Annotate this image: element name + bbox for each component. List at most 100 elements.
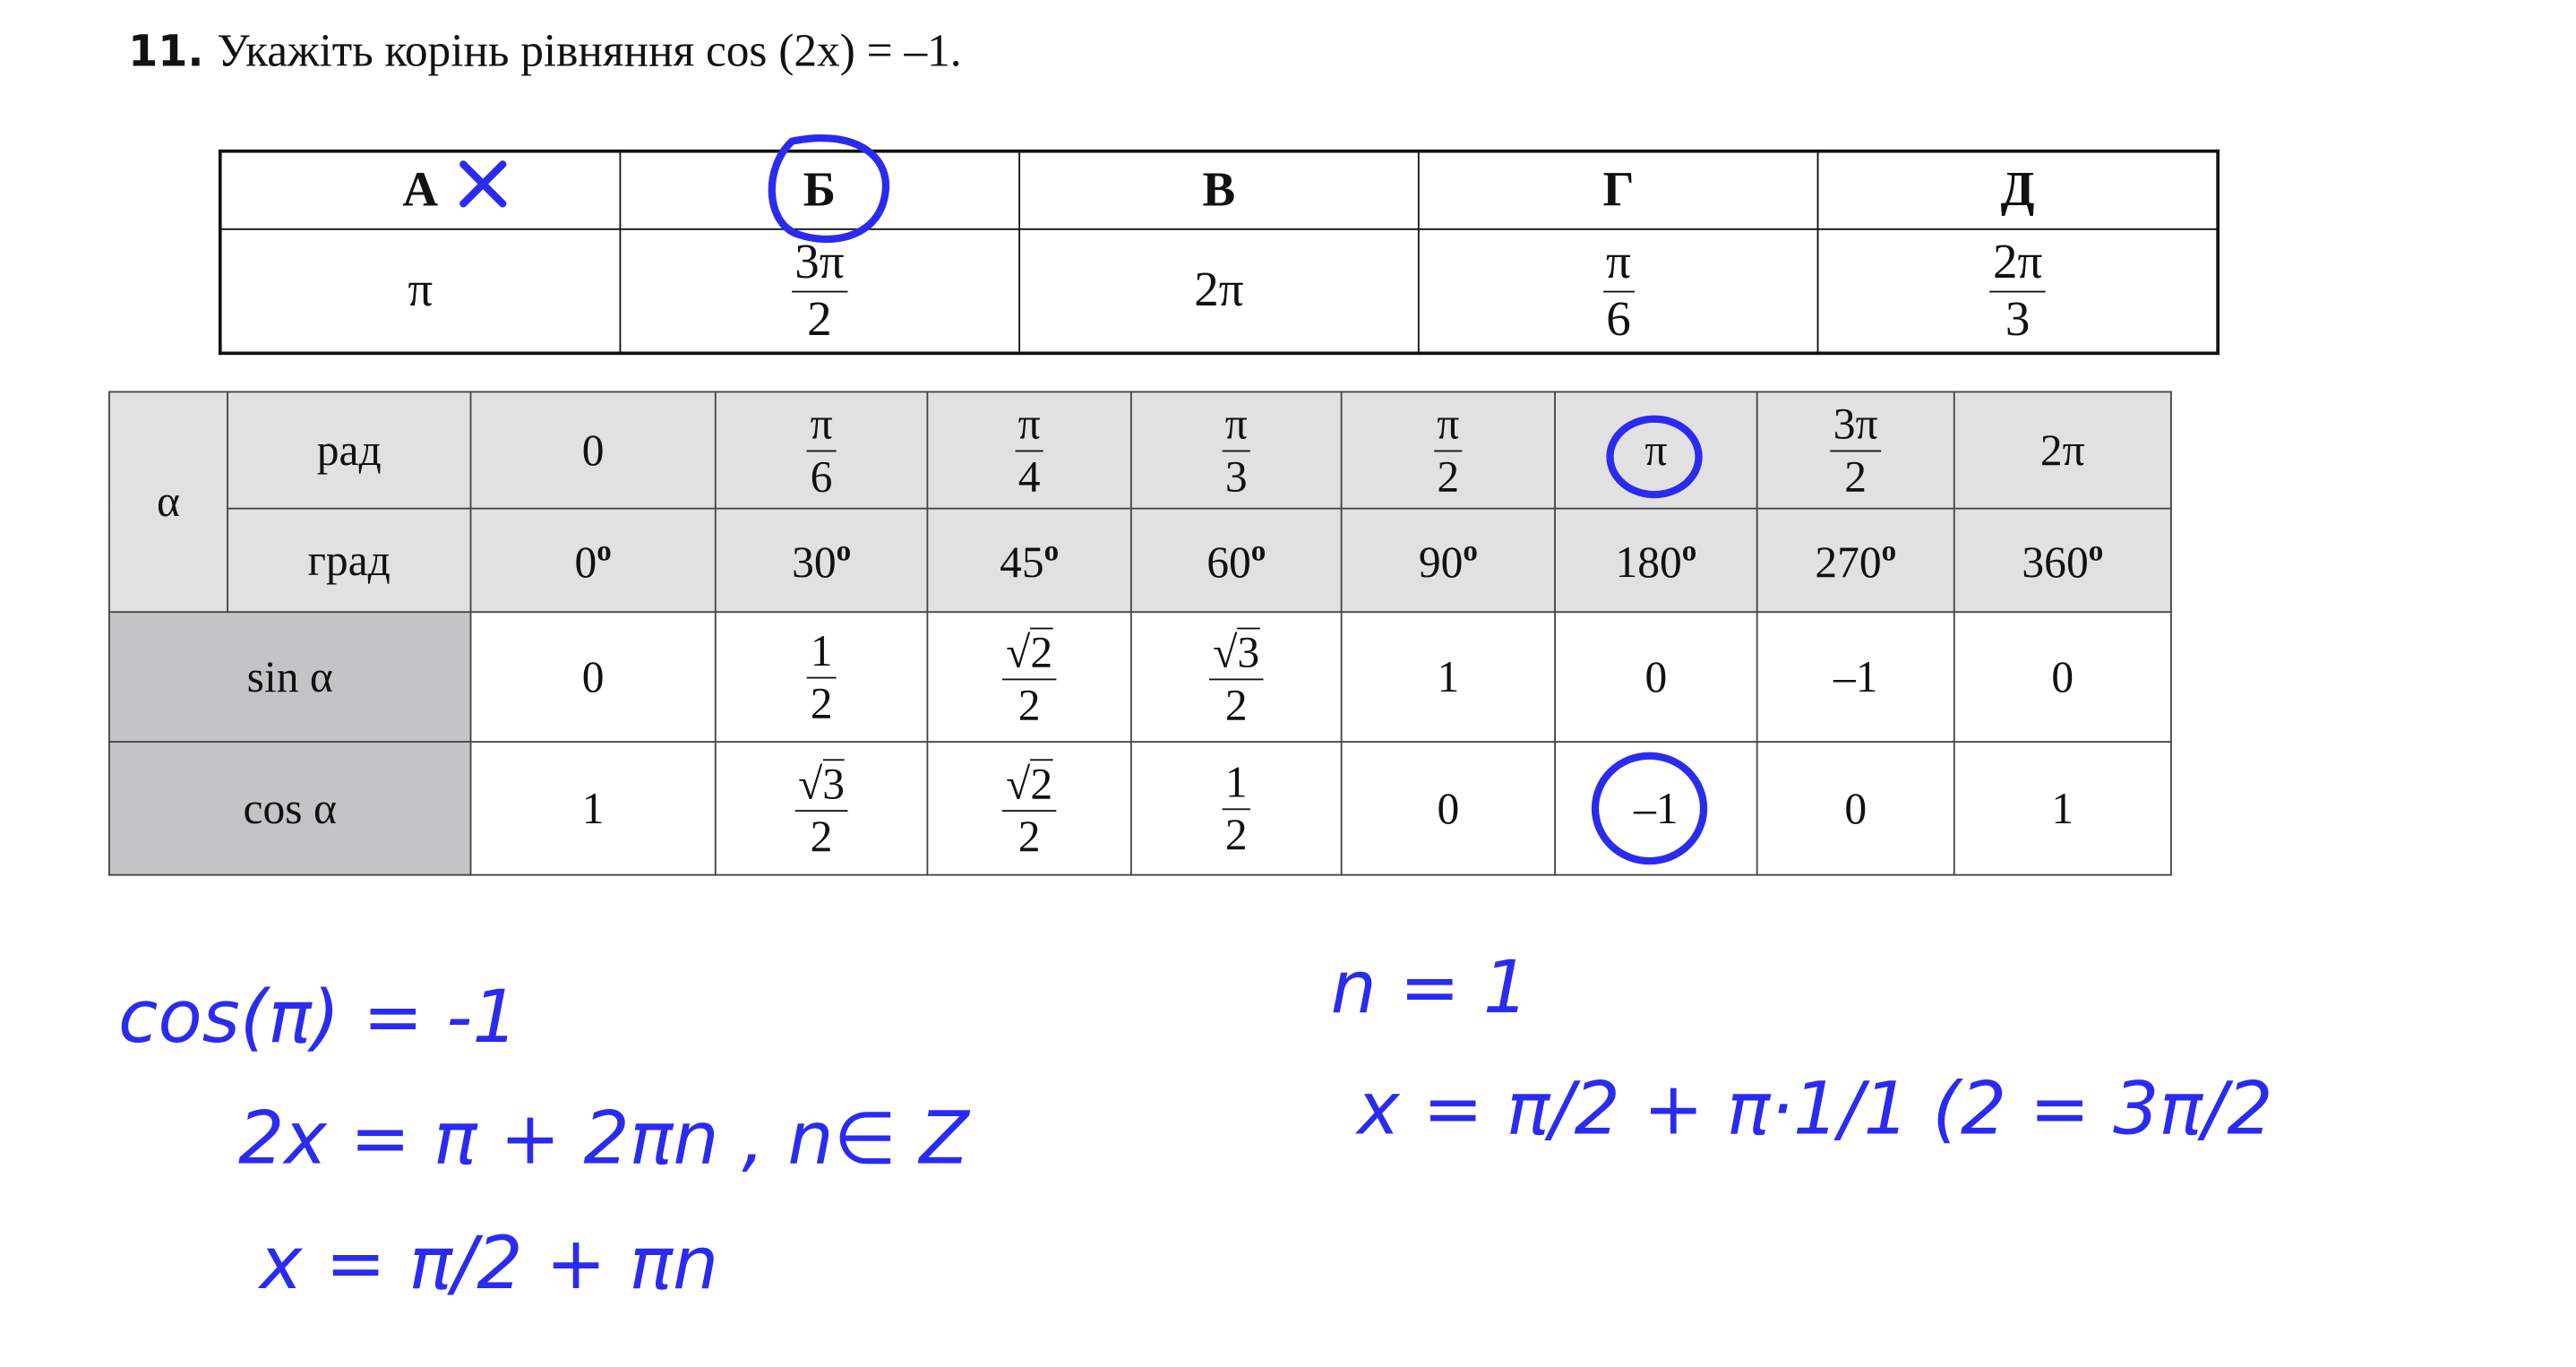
denominator: 6 (810, 451, 833, 501)
radicand: 2 (1030, 758, 1053, 808)
fraction: 2π 3 (1989, 236, 2046, 347)
degree-sign: о (1043, 533, 1060, 566)
numerator: π (1602, 236, 1635, 292)
rad-value: 2π (1953, 391, 2172, 510)
option-letter-e: Д (1817, 150, 2220, 230)
sqrt-sign: √ (1213, 626, 1238, 676)
sin-value: 1 (1340, 611, 1556, 744)
hw-line-4: n = 1 (1331, 946, 1529, 1030)
fraction: π2 (1433, 401, 1463, 501)
sin-label: sin α (108, 611, 472, 744)
hw-line-1: cos(π) = -1 (118, 976, 519, 1060)
numerator: √3 (1209, 626, 1263, 680)
degree-sign: о (1681, 533, 1697, 566)
denominator: 6 (1606, 291, 1631, 347)
trig-values-table: α рад 0 π6 π4 π3 π2 π 3π 2 2π град 0о 30о… (108, 391, 2172, 876)
hw-line-2: 2x = π + 2πn , n∈ Z (238, 1097, 971, 1182)
degree-sign: о (597, 533, 612, 566)
option-letter-d: Г (1418, 150, 1819, 230)
fraction: √2 2 (1002, 626, 1056, 729)
option-letter-c: В (1018, 150, 1420, 230)
task-statement: 11. Укажіть корінь рівняння cos (2x) = –1… (128, 26, 962, 79)
option-value-e: 2π 3 (1817, 228, 2220, 355)
cos-value: √2 2 (926, 741, 1132, 876)
denominator: 2 (1018, 679, 1041, 729)
option-value-b: 3π 2 (618, 228, 1020, 355)
radicand: 3 (1237, 626, 1260, 676)
degree-sign: о (1881, 533, 1897, 566)
deg-value: 270о (1756, 507, 1955, 614)
cos-value: 0 (1756, 741, 1955, 876)
fraction: 3π 2 (791, 236, 848, 347)
option-letter-a: А (219, 150, 621, 230)
sin-value: √3 2 (1129, 611, 1343, 744)
fraction: π6 (806, 401, 837, 501)
denominator: 2 (1018, 811, 1041, 861)
sin-value: √2 2 (926, 611, 1132, 744)
rad-value: 0 (469, 391, 717, 510)
cos-value: 12 (1129, 741, 1343, 876)
cos-value: –1 (1554, 741, 1758, 876)
task-number: 11. (128, 28, 204, 78)
fraction: 3π 2 (1830, 401, 1882, 501)
numerator: √2 (1002, 626, 1056, 680)
rad-value: π3 (1129, 391, 1343, 510)
hw-line-5: x = π/2 + π·1/1 (2 = 3π/2 (1354, 1068, 2273, 1152)
fraction: √3 2 (794, 758, 848, 858)
numerator: 3π (1830, 401, 1882, 451)
denominator: 2 (1224, 679, 1248, 729)
task-text: Укажіть корінь рівняння cos (2x) = –1. (217, 26, 962, 78)
denominator: 4 (1018, 451, 1041, 501)
cos-label: cos α (108, 741, 472, 876)
cos-value: √3 2 (714, 741, 929, 876)
numerator: √3 (794, 758, 848, 812)
rad-label: рад (227, 391, 472, 510)
fraction: √3 2 (1209, 626, 1263, 729)
sin-value: 0 (1554, 611, 1758, 744)
fraction: 12 (807, 628, 837, 727)
degree-sign: о (1250, 533, 1267, 566)
deg-value: 60о (1129, 507, 1343, 614)
denominator: 2 (1437, 451, 1460, 501)
hw-line-3: x = π/2 + πn (257, 1222, 718, 1306)
rad-value: π (1554, 391, 1758, 510)
sqrt-sign: √ (798, 758, 823, 808)
rad-value: π2 (1340, 391, 1556, 510)
alpha-header: α (108, 391, 228, 614)
numerator: 1 (807, 628, 837, 678)
sin-value: 12 (714, 611, 929, 744)
cos-value: 0 (1340, 741, 1556, 876)
deg-value: 90о (1340, 507, 1556, 614)
deg-value: 360о (1953, 507, 2172, 614)
degree-sign: о (1463, 533, 1478, 566)
deg-value: 45о (926, 507, 1132, 614)
numerator: π (1433, 401, 1463, 451)
fraction: π4 (1014, 401, 1044, 501)
radicand: 2 (1030, 626, 1053, 676)
denominator: 2 (810, 677, 833, 727)
numerator: √2 (1002, 758, 1056, 812)
degree-sign: о (836, 533, 852, 566)
denominator: 3 (1224, 451, 1248, 501)
option-value-a: π (219, 228, 621, 355)
deg-value: 180о (1554, 507, 1758, 614)
option-letter-b: Б (618, 150, 1020, 230)
degree-sign: о (2088, 533, 2104, 566)
numerator: 2π (1989, 236, 2046, 292)
denominator: 2 (1844, 451, 1868, 501)
option-value-c: 2π (1018, 228, 1420, 355)
denominator: 2 (1224, 809, 1248, 859)
deg-value: 30о (714, 507, 929, 614)
rad-value: π4 (926, 391, 1132, 510)
answer-options-table: А Б В Г Д π 3π 2 2π π6 2π 3 (218, 149, 2220, 356)
fraction: 12 (1222, 759, 1251, 859)
cos-value: 1 (1953, 741, 2172, 876)
worksheet-page: 11. Укажіть корінь рівняння cos (2x) = –1… (0, 0, 2576, 1367)
denominator: 3 (2005, 291, 2031, 347)
deg-label: град (227, 507, 472, 614)
sin-value: 0 (1953, 611, 2172, 744)
denominator: 2 (807, 291, 832, 347)
cos-value: 1 (469, 741, 717, 876)
fraction: π6 (1602, 236, 1635, 347)
numerator: 1 (1222, 759, 1251, 810)
